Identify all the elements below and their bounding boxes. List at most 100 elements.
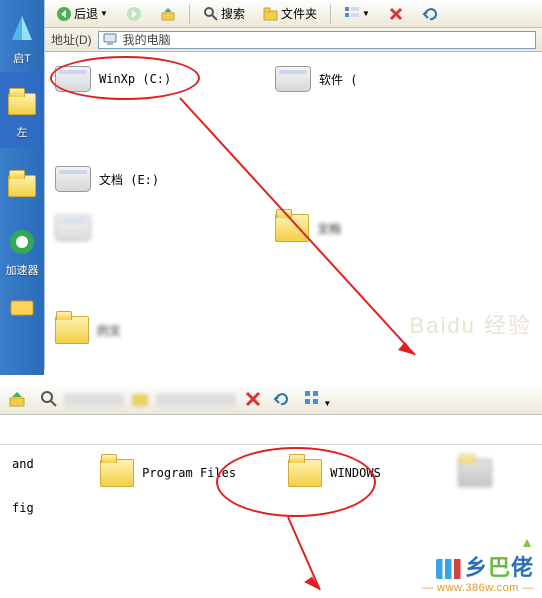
back-label: 后退 — [74, 5, 98, 22]
blurred-btn[interactable] — [128, 388, 152, 411]
brand-char-1: 乡 — [465, 555, 488, 580]
folder-windows[interactable]: WINDOWS — [286, 457, 416, 489]
desktop-item-4[interactable]: 加速器 — [0, 224, 44, 278]
drive-d[interactable]: 软件 ( — [273, 64, 423, 94]
undo-icon — [422, 6, 438, 22]
drive-label: WinXp (C:) — [99, 72, 171, 86]
brand-mark-icon — [436, 559, 462, 579]
brand-char-2: 巴 — [488, 555, 511, 580]
folders-icon — [132, 390, 148, 406]
desktop-label-2: 左 — [0, 124, 44, 140]
desktop-item-2[interactable]: 左 — [0, 72, 44, 148]
folder-icon — [55, 316, 89, 344]
desktop-label-1: 启T — [0, 50, 44, 66]
separator — [330, 4, 331, 24]
search-icon — [40, 390, 56, 406]
drive-label: 软件 ( — [319, 71, 357, 88]
bottom-blank-bar — [0, 415, 542, 445]
search-icon — [203, 6, 219, 22]
bottom-screenshot: ▼ and fig Program Files WINDOWS ▲ 乡巴佬 — [0, 385, 542, 598]
undo-icon — [272, 390, 288, 406]
views-button[interactable]: ▼ — [300, 388, 335, 411]
app-icon-2 — [4, 224, 40, 260]
forward-button[interactable] — [119, 3, 149, 25]
undo-button[interactable] — [268, 388, 292, 411]
folder-icon — [275, 214, 309, 242]
folder-label: WINDOWS — [330, 466, 381, 480]
folder-icon — [4, 168, 40, 204]
search-button[interactable]: 搜索 — [196, 2, 252, 25]
bottom-toolbar: ▼ — [0, 385, 542, 415]
drive-icon — [55, 66, 91, 92]
views-icon — [304, 390, 320, 406]
item-label: 文档 — [317, 220, 341, 237]
drive-icon — [55, 215, 91, 241]
search-label: 搜索 — [221, 5, 245, 22]
delete-icon — [388, 6, 404, 22]
search-button[interactable] — [36, 388, 60, 411]
desktop-item-3[interactable] — [0, 168, 44, 204]
up-button[interactable] — [4, 388, 28, 411]
dropdown-arrow-icon: ▼ — [362, 9, 370, 18]
address-bar: 地址(D) 我的电脑 — [45, 28, 542, 52]
side-text: and fig — [12, 457, 58, 515]
drive-e[interactable]: 文档 (E:) — [53, 164, 203, 194]
top-screenshot: 启T 左 加速器 — [0, 0, 542, 375]
desktop-strip: 启T 左 加速器 — [0, 0, 44, 375]
address-label: 地址(D) — [51, 31, 92, 48]
folder-label: Program Files — [142, 466, 236, 480]
address-value: 我的电脑 — [123, 31, 171, 48]
side-text-2: fig — [12, 501, 58, 515]
views-button[interactable]: ▼ — [337, 3, 377, 25]
up-button[interactable] — [153, 3, 183, 25]
folder-blurred[interactable] — [456, 457, 530, 489]
up-icon — [8, 390, 24, 406]
drive-row-1: WinXp (C:) 软件 ( 文档 (E:) — [53, 64, 534, 194]
brand-url: — www.386w.com — — [422, 582, 534, 594]
app-icon-1 — [4, 12, 40, 48]
brand-text: 乡巴佬 — [422, 550, 534, 582]
undo-button[interactable] — [415, 3, 445, 25]
folders-button[interactable]: 文件夹 — [256, 2, 324, 25]
explorer-window: 后退 ▼ 搜索 — [44, 0, 542, 370]
drive-row-2: 文档 的文 — [53, 212, 534, 346]
item-label: 的文 — [97, 322, 121, 339]
views-icon — [344, 6, 360, 22]
blurred-label — [64, 393, 124, 407]
folders-icon — [263, 6, 279, 22]
desktop-label-4: 加速器 — [0, 262, 44, 278]
drive-icon — [275, 66, 311, 92]
delete-button[interactable] — [381, 3, 411, 25]
back-icon — [56, 6, 72, 22]
blurred-label-2 — [156, 393, 236, 407]
delete-button[interactable] — [240, 388, 264, 411]
drive-label: 文档 (E:) — [99, 171, 159, 188]
folders-label: 文件夹 — [281, 5, 317, 22]
brand-roof-icon: ▲ — [520, 534, 534, 550]
desktop-item-1[interactable]: 启T — [0, 12, 44, 66]
item-blurred-1[interactable] — [53, 212, 203, 244]
folder-docs-2[interactable]: 的文 — [53, 314, 203, 346]
side-text-1: and — [12, 457, 58, 471]
folder-icon — [288, 459, 322, 487]
folder-docs[interactable]: 文档 — [273, 212, 423, 244]
delete-icon — [244, 390, 260, 406]
app-icon-3 — [4, 290, 40, 326]
drive-icon — [55, 166, 91, 192]
folder-icon — [458, 459, 492, 487]
drive-c[interactable]: WinXp (C:) — [53, 64, 203, 94]
address-field[interactable]: 我的电脑 — [98, 31, 536, 49]
folder-icon — [100, 459, 134, 487]
folder-program-files[interactable]: Program Files — [98, 457, 246, 489]
brand-logo: ▲ 乡巴佬 — www.386w.com — — [422, 534, 534, 594]
forward-icon — [126, 6, 142, 22]
separator — [189, 4, 190, 24]
folder-icon — [4, 86, 40, 122]
dropdown-arrow-icon: ▼ — [100, 9, 108, 18]
back-button[interactable]: 后退 ▼ — [49, 2, 115, 25]
mycomputer-icon — [103, 32, 119, 48]
content-area: WinXp (C:) 软件 ( 文档 (E:) 文档 — [45, 52, 542, 370]
desktop-item-5[interactable] — [0, 290, 44, 326]
up-icon — [160, 6, 176, 22]
dropdown-arrow-icon: ▼ — [323, 399, 331, 408]
